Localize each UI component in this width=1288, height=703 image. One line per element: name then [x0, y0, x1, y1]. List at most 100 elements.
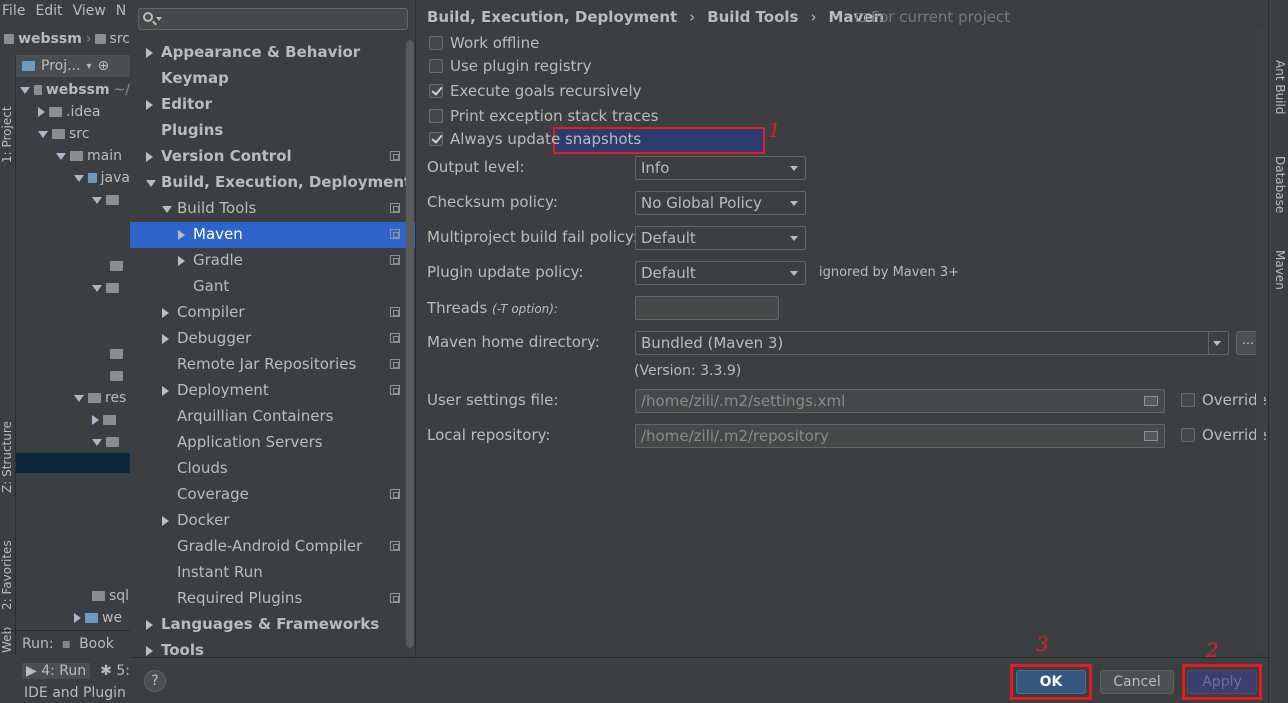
nav-item-clouds[interactable]: Clouds [130, 455, 415, 481]
help-button[interactable]: ? [144, 670, 166, 692]
apply-button[interactable]: Apply [1187, 670, 1257, 694]
maven-home-select[interactable]: Bundled (Maven 3) [635, 331, 1229, 355]
nav-item-compiler[interactable]: Compiler [130, 299, 415, 325]
nav-item-coverage[interactable]: Coverage [130, 481, 415, 507]
chevron-right-icon[interactable] [162, 308, 169, 318]
nav-item-remote-jar-repositories[interactable]: Remote Jar Repositories [130, 351, 415, 377]
tree-row[interactable]: src [38, 123, 130, 145]
chevron-right-icon[interactable] [146, 48, 153, 58]
maven-tool-tab[interactable]: Maven [1271, 250, 1287, 310]
tree-row[interactable]: java [74, 167, 130, 189]
print-stack-traces-checkbox[interactable]: Print exception stack traces [429, 105, 658, 127]
plugin-update-policy-select[interactable]: Default [635, 261, 806, 285]
chevron-right-icon[interactable] [146, 646, 153, 656]
nav-item-plugins[interactable]: Plugins [130, 117, 415, 143]
nav-item-arquillian-containers[interactable]: Arquillian Containers [130, 403, 415, 429]
execute-recursively-checkbox[interactable]: Execute goals recursively [429, 80, 642, 102]
nav-item-required-plugins[interactable]: Required Plugins [130, 585, 415, 611]
output-level-select[interactable]: Info [635, 156, 806, 180]
checkbox-box[interactable] [1181, 428, 1195, 442]
project-tool-tab[interactable]: 1: Project [0, 63, 16, 163]
tree-row[interactable] [110, 255, 130, 277]
chevron-down-icon[interactable] [162, 206, 172, 213]
plugin-registry-checkbox[interactable]: Use plugin registry [429, 55, 591, 77]
menu-edit[interactable]: Edit [35, 3, 62, 19]
work-offline-checkbox[interactable]: Work offline [429, 32, 539, 54]
tree-row[interactable]: main [56, 145, 130, 167]
tree-row[interactable] [92, 189, 130, 211]
checkbox-box[interactable] [429, 59, 443, 73]
menu-view[interactable]: View [73, 3, 106, 19]
nav-item-languages-frameworks[interactable]: Languages & Frameworks [130, 611, 415, 637]
tree-row[interactable] [92, 277, 130, 299]
chevron-right-icon[interactable] [146, 620, 153, 630]
nav-src-crumb[interactable]: src [110, 31, 130, 47]
update-snapshots-checkbox[interactable]: Always update snapshots [429, 128, 641, 150]
nav-item-keymap[interactable]: Keymap [130, 65, 415, 91]
debug-tool-tab[interactable]: ✱ 5: [100, 663, 130, 679]
checkbox-box[interactable] [1181, 393, 1195, 407]
tree-row[interactable] [92, 431, 130, 453]
nav-item-build-tools[interactable]: Build Tools [130, 195, 415, 221]
chevron-right-icon[interactable] [162, 386, 169, 396]
checkbox-box[interactable] [429, 84, 443, 98]
local-repo-override-checkbox[interactable]: Override [1181, 424, 1267, 446]
tree-row[interactable]: res [74, 387, 130, 409]
locate-icon[interactable]: ⊕ [97, 58, 109, 74]
panel-scrollbar[interactable] [1256, 30, 1264, 650]
chevron-right-icon[interactable] [162, 334, 169, 344]
nav-item-editor[interactable]: Editor [130, 91, 415, 117]
tree-row[interactable]: we [74, 607, 130, 629]
user-settings-input[interactable]: /home/zili/.m2/settings.xml [635, 389, 1165, 413]
nav-item-instant-run[interactable]: Instant Run [130, 559, 415, 585]
nav-item-debugger[interactable]: Debugger [130, 325, 415, 351]
run-config-tab[interactable]: Book [79, 636, 114, 652]
nav-item-deployment[interactable]: Deployment [130, 377, 415, 403]
settings-search-input[interactable] [138, 8, 408, 30]
tree-row[interactable] [110, 343, 130, 365]
chevron-right-icon[interactable] [146, 152, 153, 162]
ok-button[interactable]: OK [1016, 670, 1086, 694]
tree-row[interactable]: sql [92, 585, 130, 607]
nav-project-crumb[interactable]: webssm [18, 31, 82, 47]
chevron-right-icon[interactable] [178, 230, 185, 240]
project-view-selector[interactable]: Proj... [41, 58, 80, 74]
nav-scrollbar[interactable] [406, 40, 414, 648]
menu-navigate[interactable]: N [116, 3, 126, 19]
folder-icon[interactable] [1144, 396, 1158, 406]
tree-row[interactable]: webssm ~/ [20, 79, 130, 101]
tree-row[interactable] [110, 365, 130, 387]
cancel-button[interactable]: Cancel [1100, 670, 1174, 694]
checkbox-box[interactable] [429, 36, 443, 50]
nav-item-docker[interactable]: Docker [130, 507, 415, 533]
nav-item-gradle-android-compiler[interactable]: Gradle-Android Compiler [130, 533, 415, 559]
favorites-tool-tab[interactable]: 2: Favorites [0, 500, 16, 610]
chevron-down-icon[interactable] [146, 180, 156, 187]
checkbox-box[interactable] [429, 132, 443, 146]
chevron-right-icon[interactable] [178, 256, 185, 266]
tree-row[interactable]: .idea [38, 101, 130, 123]
checkbox-box[interactable] [429, 109, 443, 123]
nav-item-gradle[interactable]: Gradle [130, 247, 415, 273]
structure-tool-tab[interactable]: Z: Structure [0, 393, 16, 493]
threads-input[interactable] [635, 296, 779, 320]
tree-row[interactable] [92, 409, 130, 431]
chevron-right-icon[interactable] [146, 100, 153, 110]
nav-item-version-control[interactable]: Version Control [130, 143, 415, 169]
multiproject-policy-select[interactable]: Default [635, 226, 806, 250]
nav-item-maven[interactable]: Maven [130, 221, 415, 247]
run-tool-tab[interactable]: ▶ 4: Run [22, 663, 91, 679]
user-settings-override-checkbox[interactable]: Override [1181, 389, 1267, 411]
nav-item-build-execution-deployment[interactable]: Build, Execution, Deployment [130, 169, 415, 195]
chevron-right-icon[interactable] [162, 516, 169, 526]
nav-item-gant[interactable]: Gant [130, 273, 415, 299]
selected-tree-row[interactable] [16, 453, 130, 473]
checksum-policy-select[interactable]: No Global Policy [635, 191, 806, 215]
menu-file[interactable]: File [2, 3, 25, 19]
database-tool-tab[interactable]: Database [1271, 156, 1287, 236]
nav-item-appearance-behavior[interactable]: Appearance & Behavior [130, 39, 415, 65]
nav-item-application-servers[interactable]: Application Servers [130, 429, 415, 455]
folder-icon[interactable] [1144, 431, 1158, 441]
ant-build-tool-tab[interactable]: Ant Build [1271, 60, 1287, 140]
local-repo-input[interactable]: /home/zili/.m2/repository [635, 424, 1165, 448]
